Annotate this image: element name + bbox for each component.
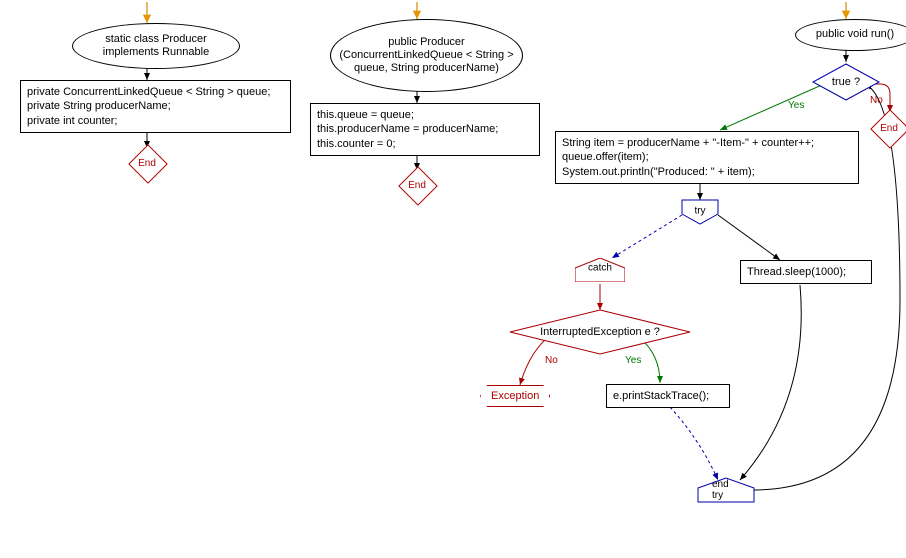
fc3-produce-rect: String item = producerName + "-Item-" + …: [555, 131, 859, 184]
fc3-exception-node: Exception: [480, 385, 550, 407]
fc3-printstack-rect: e.printStackTrace();: [606, 384, 730, 408]
fc2-end-terminal: End: [404, 172, 430, 198]
fc3-decision-exception-label: InterruptedException e ?: [540, 326, 660, 338]
fc1-body-rect: private ConcurrentLinkedQueue < String >…: [20, 80, 291, 133]
fc3-catch-label: catch: [588, 262, 612, 273]
fc3-catch-node: catch: [575, 258, 625, 280]
fc3-yes2-label: Yes: [625, 355, 641, 366]
fc2-end-label: End: [408, 180, 426, 191]
fc3-try-label: try: [694, 205, 705, 216]
fc3-no2-label: No: [545, 355, 558, 366]
fc3-try-node: try: [682, 200, 718, 224]
fc3-decision-exception: InterruptedException e ?: [510, 310, 690, 354]
fc3-endtry-node: end try: [698, 478, 754, 502]
fc1-end-terminal: End: [134, 150, 160, 176]
fc1-end-label: End: [138, 158, 156, 169]
fc2-start-label: public Producer (ConcurrentLinkedQueue <…: [339, 36, 514, 76]
fc1-body-text: private ConcurrentLinkedQueue < String >…: [27, 86, 270, 127]
fc3-sleep-text: Thread.sleep(1000);: [747, 266, 846, 278]
fc1-start-terminal: static class Producer implements Runnabl…: [72, 23, 240, 69]
fc3-start-terminal: public void run(): [795, 19, 906, 51]
fc3-sleep-rect: Thread.sleep(1000);: [740, 260, 872, 284]
fc2-body-text: this.queue = queue; this.producerName = …: [317, 109, 498, 150]
fc2-body-rect: this.queue = queue; this.producerName = …: [310, 103, 540, 156]
fc2-start-terminal: public Producer (ConcurrentLinkedQueue <…: [330, 19, 523, 92]
fc3-end1-label: End: [880, 123, 898, 134]
fc3-end1-terminal: End: [876, 115, 902, 141]
fc3-start-label: public void run(): [816, 28, 894, 41]
fc1-start-label: static class Producer implements Runnabl…: [81, 33, 231, 59]
fc3-printstack-text: e.printStackTrace();: [613, 390, 709, 402]
fc3-no1-label: No: [870, 95, 883, 106]
fc3-decision-true-label: true ?: [832, 76, 860, 88]
fc3-yes1-label: Yes: [788, 100, 804, 111]
fc3-exception-label: Exception: [491, 390, 539, 402]
fc3-produce-text: String item = producerName + "-Item-" + …: [562, 137, 814, 178]
fc3-endtry-label: end try: [712, 479, 740, 501]
